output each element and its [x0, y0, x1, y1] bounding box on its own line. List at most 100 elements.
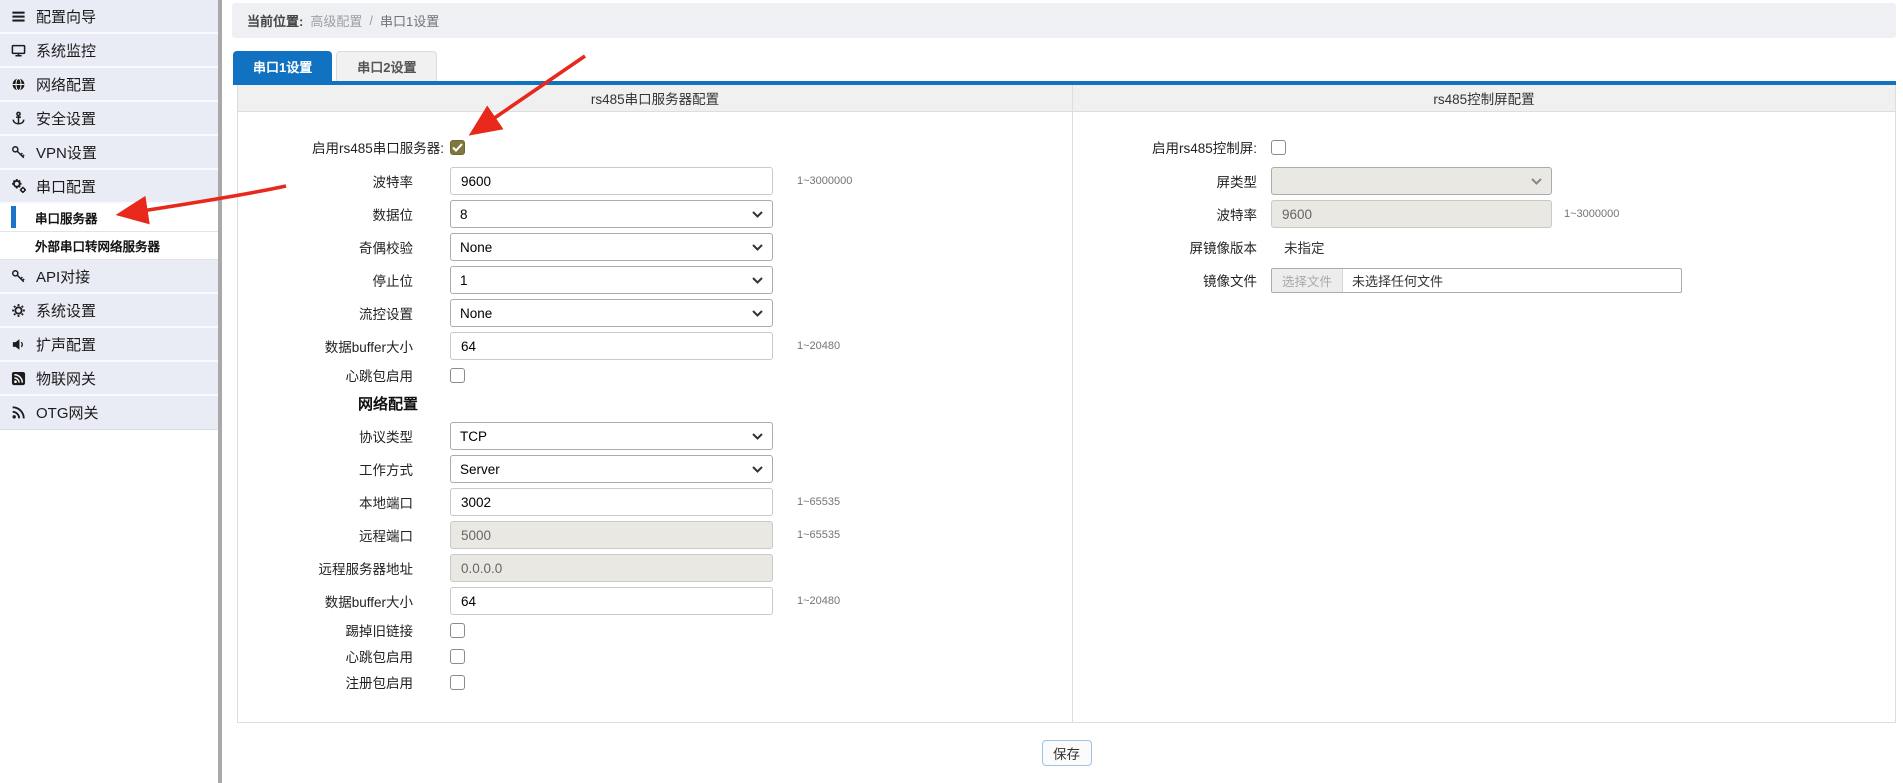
main-content: 当前位置: 高级配置 / 串口1设置 串口1设置 串口2设置 rs485串口服务…: [222, 0, 1903, 783]
work-mode-label: 工作方式: [238, 459, 450, 479]
breadcrumb: 当前位置: 高级配置 / 串口1设置: [232, 3, 1896, 38]
enable-rs485-serial-server-checkbox[interactable]: [450, 140, 465, 155]
sidebar-item-label: 安全设置: [36, 108, 96, 129]
sidebar-item-vpn-settings[interactable]: VPN设置: [0, 136, 218, 170]
network-heartbeat-enable-checkbox[interactable]: [450, 649, 465, 664]
tab-bar: 串口1设置 串口2设置: [233, 51, 437, 81]
parity-select[interactable]: None: [450, 233, 773, 261]
sidebar-item-system-monitor[interactable]: 系统监控: [0, 34, 218, 68]
sidebar-item-label: OTG网关: [36, 402, 99, 423]
mirror-file-input[interactable]: 选择文件 未选择任何文件: [1271, 268, 1682, 293]
chevron-down-icon: [752, 310, 763, 317]
data-buffer-size-input[interactable]: [450, 332, 773, 360]
serial-config-page: 配置向导 系统监控 网络配置 安全设置 VPN设置: [0, 0, 1903, 783]
sidebar-item-security-settings[interactable]: 安全设置: [0, 102, 218, 136]
sidebar: 配置向导 系统监控 网络配置 安全设置 VPN设置: [0, 0, 218, 783]
tab-serial2-settings[interactable]: 串口2设置: [336, 51, 437, 81]
choose-file-button: 选择文件: [1272, 269, 1343, 292]
sidebar-item-sound-config[interactable]: 扩声配置: [0, 328, 218, 362]
sidebar-subitem-serial-server[interactable]: 串口服务器: [0, 204, 218, 232]
chevron-down-icon: [752, 211, 763, 218]
sidebar-subitem-external-serial-to-network[interactable]: 外部串口转网络服务器: [0, 232, 218, 260]
register-packet-enable-label: 注册包启用: [238, 672, 450, 692]
local-port-label: 本地端口: [238, 492, 450, 512]
key-icon: [10, 144, 27, 160]
sidebar-item-label: 串口配置: [36, 176, 96, 197]
network-data-buffer-size-input[interactable]: [450, 587, 773, 615]
breadcrumb-prefix: 当前位置:: [247, 11, 303, 30]
heartbeat-enable-checkbox[interactable]: [450, 368, 465, 383]
screen-mirror-version-label: 屏镜像版本: [1073, 237, 1271, 257]
save-button[interactable]: 保存: [1042, 740, 1092, 766]
sidebar-subitem-label: 串口服务器: [35, 208, 98, 227]
network-heartbeat-enable-label: 心跳包启用: [238, 646, 450, 666]
parity-value: None: [460, 240, 492, 255]
breadcrumb-separator: /: [369, 13, 373, 28]
work-mode-select[interactable]: Server: [450, 455, 773, 483]
key-icon: [10, 268, 27, 284]
screen-type-label: 屏类型: [1073, 171, 1271, 191]
sidebar-item-otg-gateway[interactable]: OTG网关: [0, 396, 218, 430]
screen-mirror-version-value: 未指定: [1271, 237, 1325, 257]
enable-rs485-control-screen-checkbox[interactable]: [1271, 140, 1286, 155]
tab-serial1-settings[interactable]: 串口1设置: [233, 51, 332, 81]
sidebar-item-api-docking[interactable]: API对接: [0, 260, 218, 294]
data-bits-select[interactable]: 8: [450, 200, 773, 228]
sidebar-item-label: 物联网关: [36, 368, 96, 389]
remote-port-hint: 1~65535: [797, 529, 840, 541]
data-buffer-size-label: 数据buffer大小: [238, 336, 450, 356]
no-file-chosen-text: 未选择任何文件: [1343, 271, 1443, 290]
settings-panel: rs485串口服务器配置 rs485控制屏配置 启用rs485串口服务器: 波特…: [237, 85, 1896, 723]
work-mode-value: Server: [460, 462, 500, 477]
sidebar-item-label: 系统监控: [36, 40, 96, 61]
breadcrumb-parent-link[interactable]: 高级配置: [310, 11, 362, 30]
gear-icon: [10, 302, 27, 318]
remote-port-input: [450, 521, 773, 549]
data-bits-value: 8: [460, 207, 468, 222]
baud-rate-label: 波特率: [238, 171, 450, 191]
chevron-down-icon: [752, 433, 763, 440]
flow-control-value: None: [460, 306, 492, 321]
sidebar-item-label: 配置向导: [36, 6, 96, 27]
screen-type-select: [1271, 167, 1552, 195]
sidebar-item-serial-config[interactable]: 串口配置: [0, 170, 218, 204]
sidebar-item-label: 扩声配置: [36, 334, 96, 355]
network-data-buffer-size-hint: 1~20480: [797, 595, 840, 607]
gears-icon: [10, 178, 27, 194]
register-packet-enable-checkbox[interactable]: [450, 675, 465, 690]
protocol-type-value: TCP: [460, 429, 487, 444]
sidebar-item-iot-gateway[interactable]: 物联网关: [0, 362, 218, 396]
sidebar-submenu-serial: 串口服务器 外部串口转网络服务器: [0, 204, 218, 260]
sidebar-item-config-wizard[interactable]: 配置向导: [0, 0, 218, 34]
anchor-icon: [10, 110, 27, 126]
rs485-control-screen-panel-title: rs485控制屏配置: [1073, 85, 1895, 111]
save-area: 保存: [237, 723, 1896, 783]
rs485-serial-server-panel-title: rs485串口服务器配置: [238, 85, 1073, 111]
flow-control-label: 流控设置: [238, 303, 450, 323]
stop-bits-value: 1: [460, 273, 468, 288]
globe-icon: [10, 76, 27, 92]
sidebar-item-label: VPN设置: [36, 142, 97, 163]
flow-control-select[interactable]: None: [450, 299, 773, 327]
sidebar-subitem-label: 外部串口转网络服务器: [35, 236, 160, 255]
kick-old-connection-checkbox[interactable]: [450, 623, 465, 638]
network-config-section-title: 网络配置: [358, 393, 1072, 413]
sidebar-item-network-config[interactable]: 网络配置: [0, 68, 218, 102]
mirror-file-label: 镜像文件: [1073, 270, 1271, 290]
rss-icon: [10, 405, 27, 421]
heartbeat-enable-label: 心跳包启用: [238, 365, 450, 385]
remote-server-address-input: [450, 554, 773, 582]
sidebar-item-system-settings[interactable]: 系统设置: [0, 294, 218, 328]
screen-baud-rate-input: [1271, 200, 1552, 228]
monitor-icon: [10, 42, 27, 58]
stop-bits-select[interactable]: 1: [450, 266, 773, 294]
local-port-input[interactable]: [450, 488, 773, 516]
baud-rate-input[interactable]: [450, 167, 773, 195]
local-port-hint: 1~65535: [797, 496, 840, 508]
chevron-down-icon: [752, 277, 763, 284]
protocol-type-select[interactable]: TCP: [450, 422, 773, 450]
stop-bits-label: 停止位: [238, 270, 450, 290]
network-data-buffer-size-label: 数据buffer大小: [238, 591, 450, 611]
protocol-type-label: 协议类型: [238, 426, 450, 446]
chevron-down-icon: [752, 244, 763, 251]
